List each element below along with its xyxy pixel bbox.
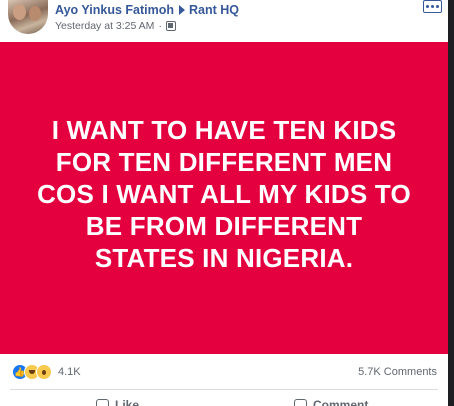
like-button[interactable]: Like bbox=[96, 398, 139, 406]
window-edge bbox=[448, 0, 454, 406]
comment-bubble-icon bbox=[294, 399, 307, 406]
comment-button-label: Comment bbox=[313, 398, 369, 406]
comment-button[interactable]: Comment bbox=[294, 398, 368, 406]
more-options-button[interactable] bbox=[423, 0, 442, 13]
facebook-post: Ayo Yinkus Fatimoh Rant HQ Yesterday at … bbox=[0, 0, 454, 406]
reaction-count[interactable]: 4.1K bbox=[58, 366, 81, 378]
actions-divider bbox=[10, 389, 438, 390]
thumbs-up-icon bbox=[96, 399, 109, 406]
arrow-right-icon bbox=[179, 5, 186, 15]
avatar-face bbox=[29, 6, 41, 21]
post-meta: Yesterday at 3:25 AM · bbox=[55, 20, 176, 32]
like-button-label: Like bbox=[115, 398, 140, 406]
image-text-line: BE FROM DIFFERENT bbox=[85, 211, 363, 241]
author-name[interactable]: Ayo Yinkus Fatimoh bbox=[55, 3, 174, 17]
wow-reaction-icon bbox=[36, 364, 52, 380]
comments-count-link[interactable]: 5.7K Comments bbox=[358, 366, 437, 378]
group-name[interactable]: Rant HQ bbox=[189, 3, 239, 17]
post-image-text: I WANT TO HAVE TEN KIDS FOR TEN DIFFEREN… bbox=[14, 114, 434, 274]
reactions-bar: 👍 4.1K 5.7K Comments bbox=[0, 358, 448, 386]
group-audience-icon bbox=[165, 21, 176, 31]
more-dot-icon bbox=[436, 5, 439, 8]
post-timestamp[interactable]: Yesterday at 3:25 AM bbox=[55, 20, 154, 32]
author-line: Ayo Yinkus Fatimoh Rant HQ bbox=[55, 3, 239, 17]
more-dot-icon bbox=[426, 5, 429, 8]
post-image[interactable]: I WANT TO HAVE TEN KIDS FOR TEN DIFFEREN… bbox=[0, 42, 448, 354]
more-dot-icon bbox=[431, 5, 434, 8]
author-avatar[interactable] bbox=[8, 0, 48, 34]
image-text-line: FOR TEN DIFFERENT MEN bbox=[55, 147, 393, 177]
reaction-icons[interactable]: 👍 bbox=[12, 364, 52, 380]
image-text-line: STATES IN NIGERIA. bbox=[94, 243, 354, 273]
image-text-line: I WANT TO HAVE TEN KIDS bbox=[51, 115, 397, 145]
image-text-line: COS I WANT ALL MY KIDS TO bbox=[37, 179, 411, 209]
avatar-face bbox=[13, 4, 26, 20]
meta-separator: · bbox=[158, 20, 162, 32]
post-header: Ayo Yinkus Fatimoh Rant HQ Yesterday at … bbox=[0, 0, 448, 40]
